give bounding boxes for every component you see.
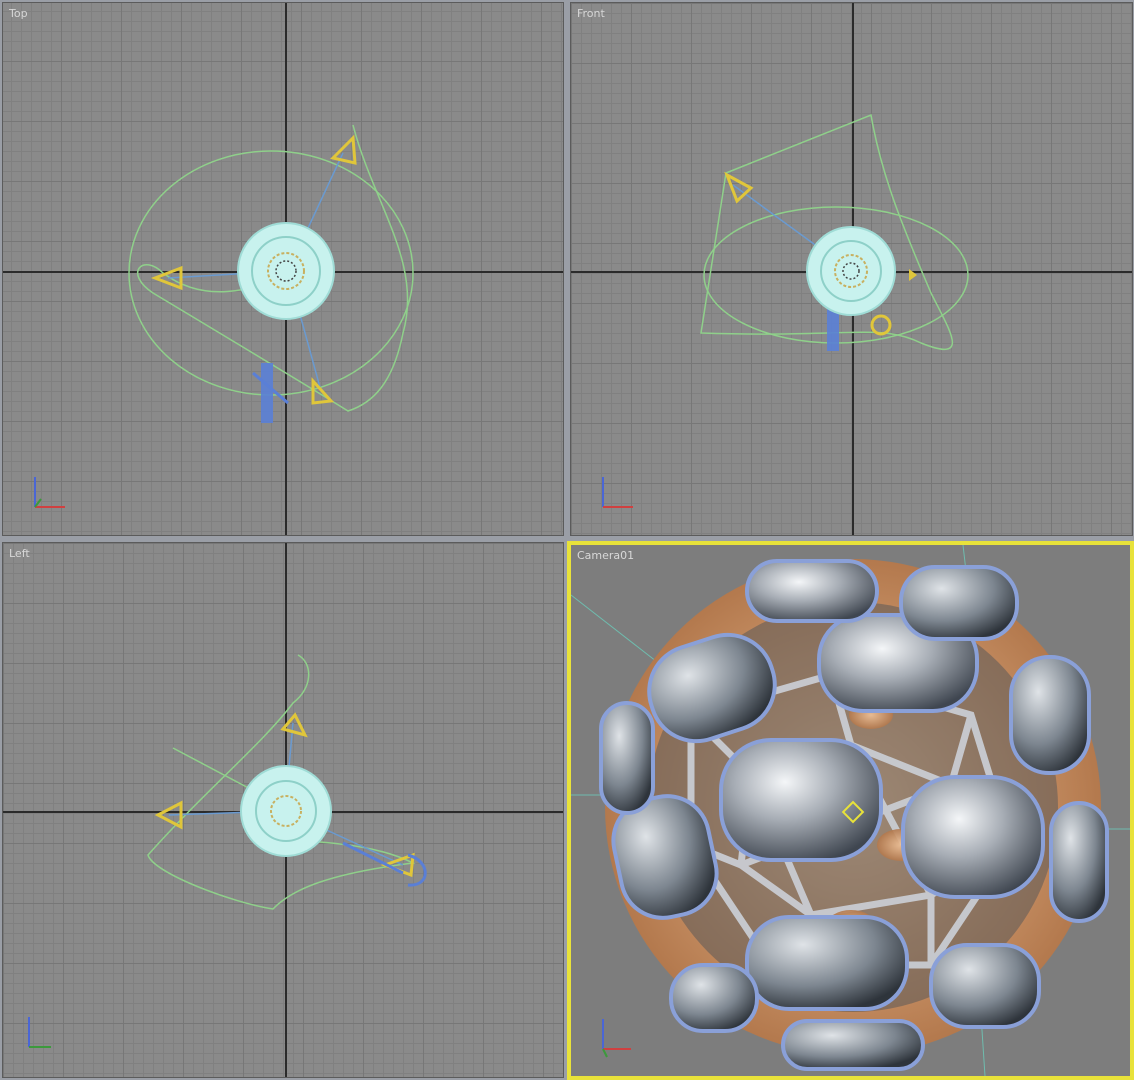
- scene-wireframe-front[interactable]: [571, 3, 1133, 536]
- axis-tripod-icon: [28, 1017, 51, 1048]
- scene-wireframe-top[interactable]: [3, 3, 564, 536]
- viewport-left[interactable]: Left: [2, 542, 564, 1078]
- spotlight-icon: [827, 309, 839, 351]
- scene-wireframe-left[interactable]: [3, 543, 564, 1078]
- viewport-front[interactable]: Front: [570, 2, 1133, 536]
- ball-wireframe: [240, 765, 332, 857]
- viewport-top[interactable]: Top: [2, 2, 564, 536]
- axis-tripod-icon: [34, 477, 65, 508]
- pod-bottom: [745, 915, 909, 1011]
- pod-center: [719, 738, 883, 862]
- ball-wireframe: [237, 222, 335, 320]
- axis-tripod-icon: [602, 477, 633, 508]
- axis-tripod-icon: [602, 1019, 631, 1058]
- ball-wireframe: [806, 226, 896, 316]
- rendered-ball-shaded[interactable]: [571, 545, 1130, 1076]
- viewport-camera[interactable]: Camera01: [567, 541, 1134, 1080]
